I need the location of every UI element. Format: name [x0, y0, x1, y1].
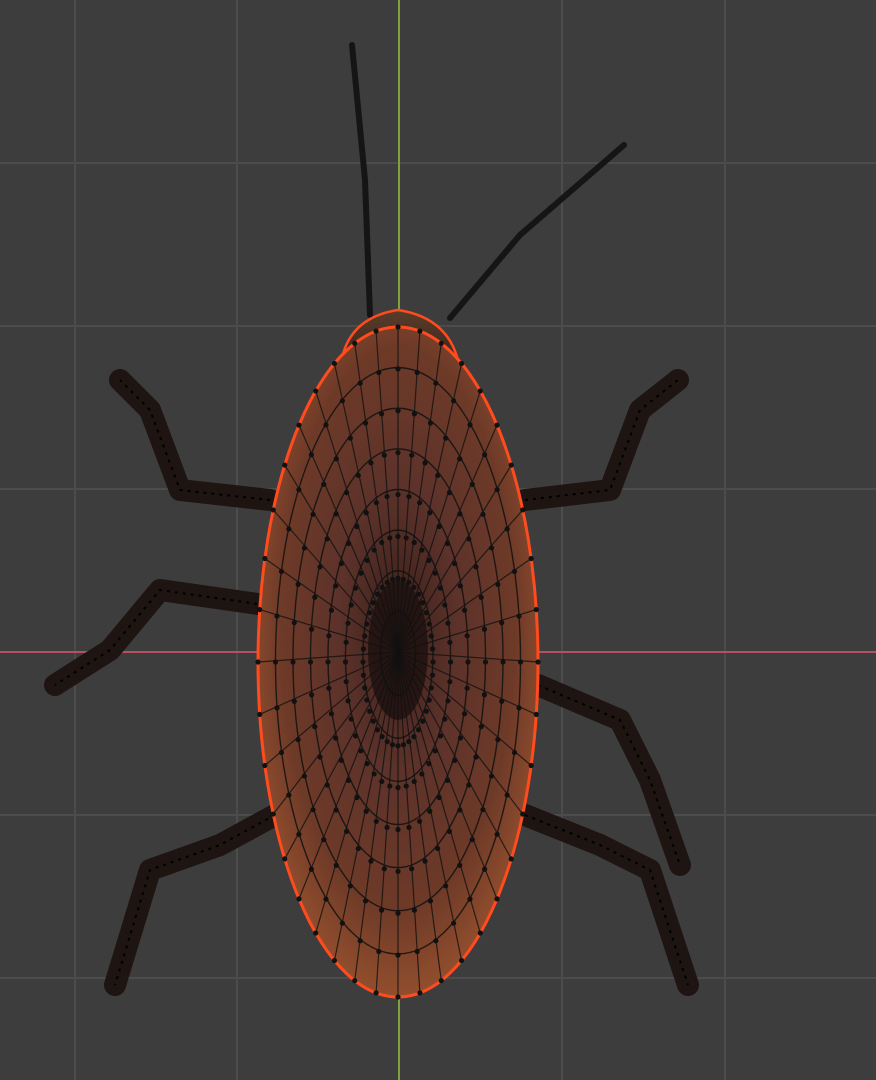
- antenna-left[interactable]: [349, 42, 373, 318]
- antenna-right[interactable]: [447, 142, 627, 321]
- body-mesh[interactable]: [255, 324, 541, 1000]
- leg-4[interactable]: [514, 369, 689, 511]
- antennae-group[interactable]: [349, 42, 627, 321]
- viewport-canvas[interactable]: [0, 0, 876, 1080]
- leg-3[interactable]: [104, 804, 286, 996]
- leg-2[interactable]: [44, 579, 276, 696]
- 3d-viewport[interactable]: [0, 0, 876, 1080]
- leg-1[interactable]: [109, 369, 281, 511]
